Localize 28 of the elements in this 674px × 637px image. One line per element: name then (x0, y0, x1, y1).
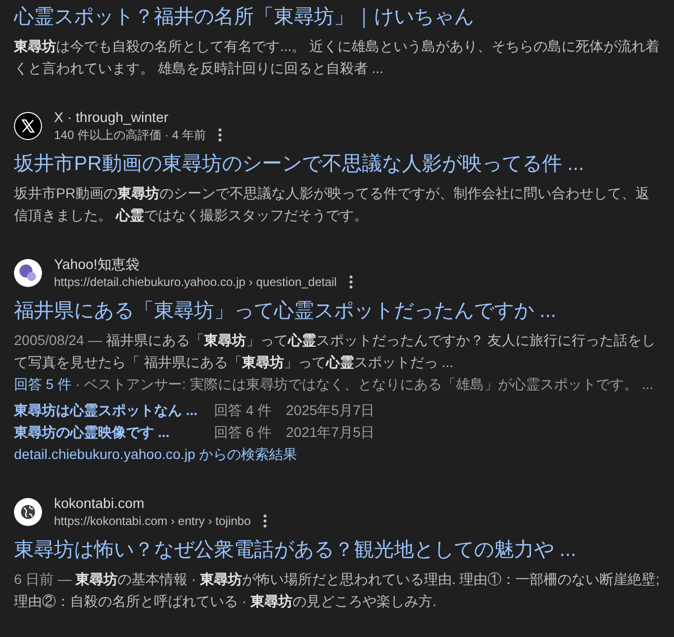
result-title-link[interactable]: 心霊スポット？福井の名所「東尋坊」｜けいちゃん (14, 3, 474, 31)
site-name[interactable]: kokontabi.com (54, 494, 267, 512)
more-results-link[interactable]: detail.chiebukuro.yahoo.co.jp からの検索結果 (14, 443, 298, 465)
question-date: 2025年5月7日 (286, 401, 375, 420)
result-title-link[interactable]: 東尋坊は怖い？なぜ公衆電話がある？観光地としての魅力や ... (14, 536, 576, 564)
answer-count: 回答 4 件 (214, 401, 272, 420)
post-meta: 140 件以上の高評価 · 4 年前 (54, 127, 206, 144)
site-name[interactable]: X · through_winter (54, 108, 222, 126)
x-logo-icon (14, 112, 42, 140)
globe-icon (14, 498, 42, 526)
result-title-link[interactable]: 坂井市PR動画の東尋坊のシーンで不思議な人影が映ってる件 ... (14, 150, 584, 178)
result-snippet: 坂井市PR動画の東尋坊のシーンで不思議な人影が映ってる件ですが、制作会社に問い合わせして、返信頂きました。 心霊ではなく撮影スタッフだそうです。 (14, 184, 650, 225)
best-answer-text: 回答 5 件 · ベストアンサー: 実際には東尋坊ではなく、となりにある「雄島」が心霊スポットです。 ... (14, 375, 654, 394)
result-snippet: 東尋坊は今でも自殺の名所として有名です...。 近くに雄島という島があり、そちらの島に死体が流れ着くと言われています。 雄島を反時計回りに回ると自殺者 ... (14, 37, 660, 78)
more-options-icon[interactable] (218, 128, 222, 142)
result-title-link[interactable]: 福井県にある「東尋坊」って心霊スポットだったんですか ... (14, 297, 556, 325)
site-url: https://kokontabi.com › entry › tojinbo (54, 513, 251, 530)
result-snippet: 6 日前 — 東尋坊の基本情報 · 東尋坊が怖い場所だと思われている理由. 理由①：一部柵のない断崖絶壁; 理由②：自殺の名所と呼ばれている · 東尋坊の見どころや楽しみ方. (14, 570, 660, 611)
answer-count: 回答 6 件 (214, 423, 272, 442)
answer-count-link[interactable]: 回答 5 件 (14, 376, 72, 392)
site-url: https://detail.chiebukuro.yahoo.co.jp › question_detail (54, 274, 337, 291)
related-question-link[interactable]: 東尋坊の心霊映像です ... (14, 421, 170, 443)
question-date: 2021年7月5日 (286, 423, 375, 442)
more-options-icon[interactable] (348, 275, 353, 289)
result-snippet: 2005/08/24 — 福井県にある「東尋坊」って心霊スポットだったんですか？ 友人に旅行に行った話をして写真を見せたら「 福井県にある「東尋坊」って心霊スポットだっ ... (14, 331, 657, 372)
more-options-icon[interactable] (262, 514, 267, 528)
site-name[interactable]: Yahoo!知恵袋 (54, 255, 353, 273)
related-question-link[interactable]: 東尋坊は心霊スポットなん ... (14, 399, 198, 421)
